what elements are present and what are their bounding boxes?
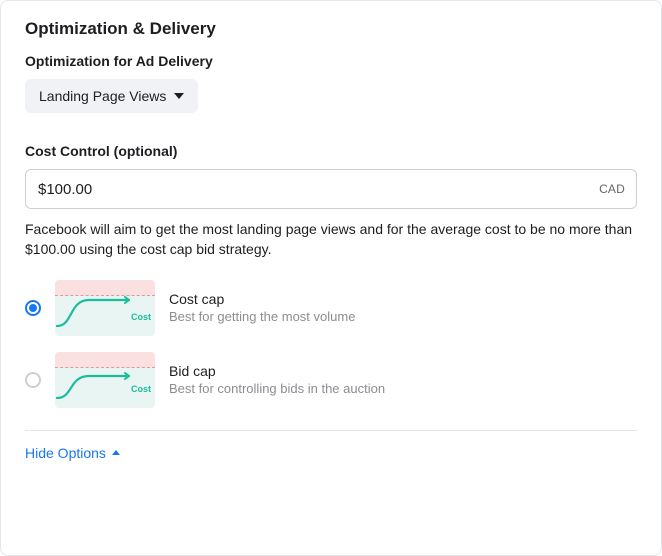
optimization-selected-value: Landing Page Views — [39, 88, 166, 104]
caret-down-icon — [174, 93, 184, 99]
section-title: Optimization & Delivery — [25, 19, 637, 39]
optimization-delivery-card: Optimization & Delivery Optimization for… — [0, 0, 662, 556]
strategy-text-bid-cap: Bid cap Best for controlling bids in the… — [169, 363, 385, 396]
cost-control-help-text: Facebook will aim to get the most landin… — [25, 219, 637, 260]
hide-options-label: Hide Options — [25, 445, 106, 461]
cost-control-input-wrap: CAD — [25, 169, 637, 209]
radio-cost-cap[interactable] — [25, 300, 41, 316]
caret-up-icon — [112, 450, 120, 455]
radio-bid-cap[interactable] — [25, 372, 41, 388]
thumb-cost-label: Cost — [131, 312, 151, 322]
strategy-title-bid-cap: Bid cap — [169, 363, 385, 379]
cost-control-label: Cost Control (optional) — [25, 143, 637, 159]
thumb-cost-label: Cost — [131, 384, 151, 394]
strategy-bid-cap[interactable]: Cost Bid cap Best for controlling bids i… — [25, 350, 637, 410]
thumbnail-cost-cap: Cost — [55, 280, 155, 336]
thumbnail-bid-cap: Cost — [55, 352, 155, 408]
currency-label: CAD — [599, 182, 625, 196]
divider — [25, 430, 637, 431]
strategy-desc-cost-cap: Best for getting the most volume — [169, 309, 355, 324]
optimization-dropdown[interactable]: Landing Page Views — [25, 79, 198, 113]
strategy-cost-cap[interactable]: Cost Cost cap Best for getting the most … — [25, 278, 637, 338]
hide-options-link[interactable]: Hide Options — [25, 445, 120, 461]
strategy-desc-bid-cap: Best for controlling bids in the auction — [169, 381, 385, 396]
strategy-title-cost-cap: Cost cap — [169, 291, 355, 307]
strategy-text-cost-cap: Cost cap Best for getting the most volum… — [169, 291, 355, 324]
cost-control-input[interactable] — [25, 169, 637, 209]
optimization-label: Optimization for Ad Delivery — [25, 53, 637, 69]
